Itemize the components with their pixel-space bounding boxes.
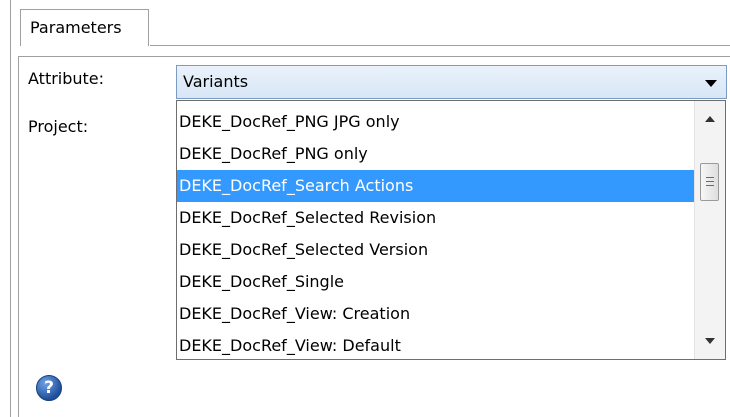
grip-line (706, 181, 714, 182)
tab-parameters-label: Parameters (30, 18, 122, 37)
dropdown-scrollbar[interactable] (694, 101, 725, 359)
attribute-select-value: Variants (183, 72, 249, 91)
help-glyph: ? (44, 378, 54, 398)
grip-line (706, 185, 714, 186)
dropdown-option[interactable]: DEKE_DocRef_Selected Version (177, 234, 694, 266)
help-icon[interactable]: ? (36, 375, 62, 401)
attribute-label: Attribute: (28, 69, 105, 88)
dropdown-option[interactable]: DEKE_DocRef_Single (177, 266, 694, 298)
arrow-up-icon (705, 116, 715, 122)
tab-parameters[interactable]: Parameters (20, 9, 149, 46)
arrow-down-icon (705, 338, 715, 344)
grip-line (706, 177, 714, 178)
dropdown-option[interactable]: DEKE_DocRef_View: Creation (177, 298, 694, 330)
scroll-thumb[interactable] (700, 163, 719, 201)
chevron-down-icon[interactable] (705, 80, 717, 87)
dropdown-option-selected[interactable]: DEKE_DocRef_Search Actions (177, 170, 694, 202)
project-label: Project: (28, 117, 89, 136)
scroll-down-button[interactable] (695, 327, 725, 355)
tab-strip-border (150, 45, 730, 46)
attribute-dropdown-list[interactable]: DEKE_DocRef_PNG JPG only DEKE_DocRef_PNG… (176, 100, 726, 360)
dropdown-option[interactable]: DEKE_DocRef_Selected Revision (177, 202, 694, 234)
dropdown-option[interactable]: DEKE_DocRef_View: Default (177, 330, 694, 359)
dropdown-options: DEKE_DocRef_PNG JPG only DEKE_DocRef_PNG… (177, 106, 694, 359)
dropdown-option[interactable]: DEKE_DocRef_PNG only (177, 138, 694, 170)
attribute-select[interactable]: Variants (176, 65, 727, 99)
dropdown-option[interactable]: DEKE_DocRef_PNG JPG only (177, 106, 694, 138)
scroll-up-button[interactable] (695, 105, 725, 133)
window-edge (10, 0, 11, 417)
